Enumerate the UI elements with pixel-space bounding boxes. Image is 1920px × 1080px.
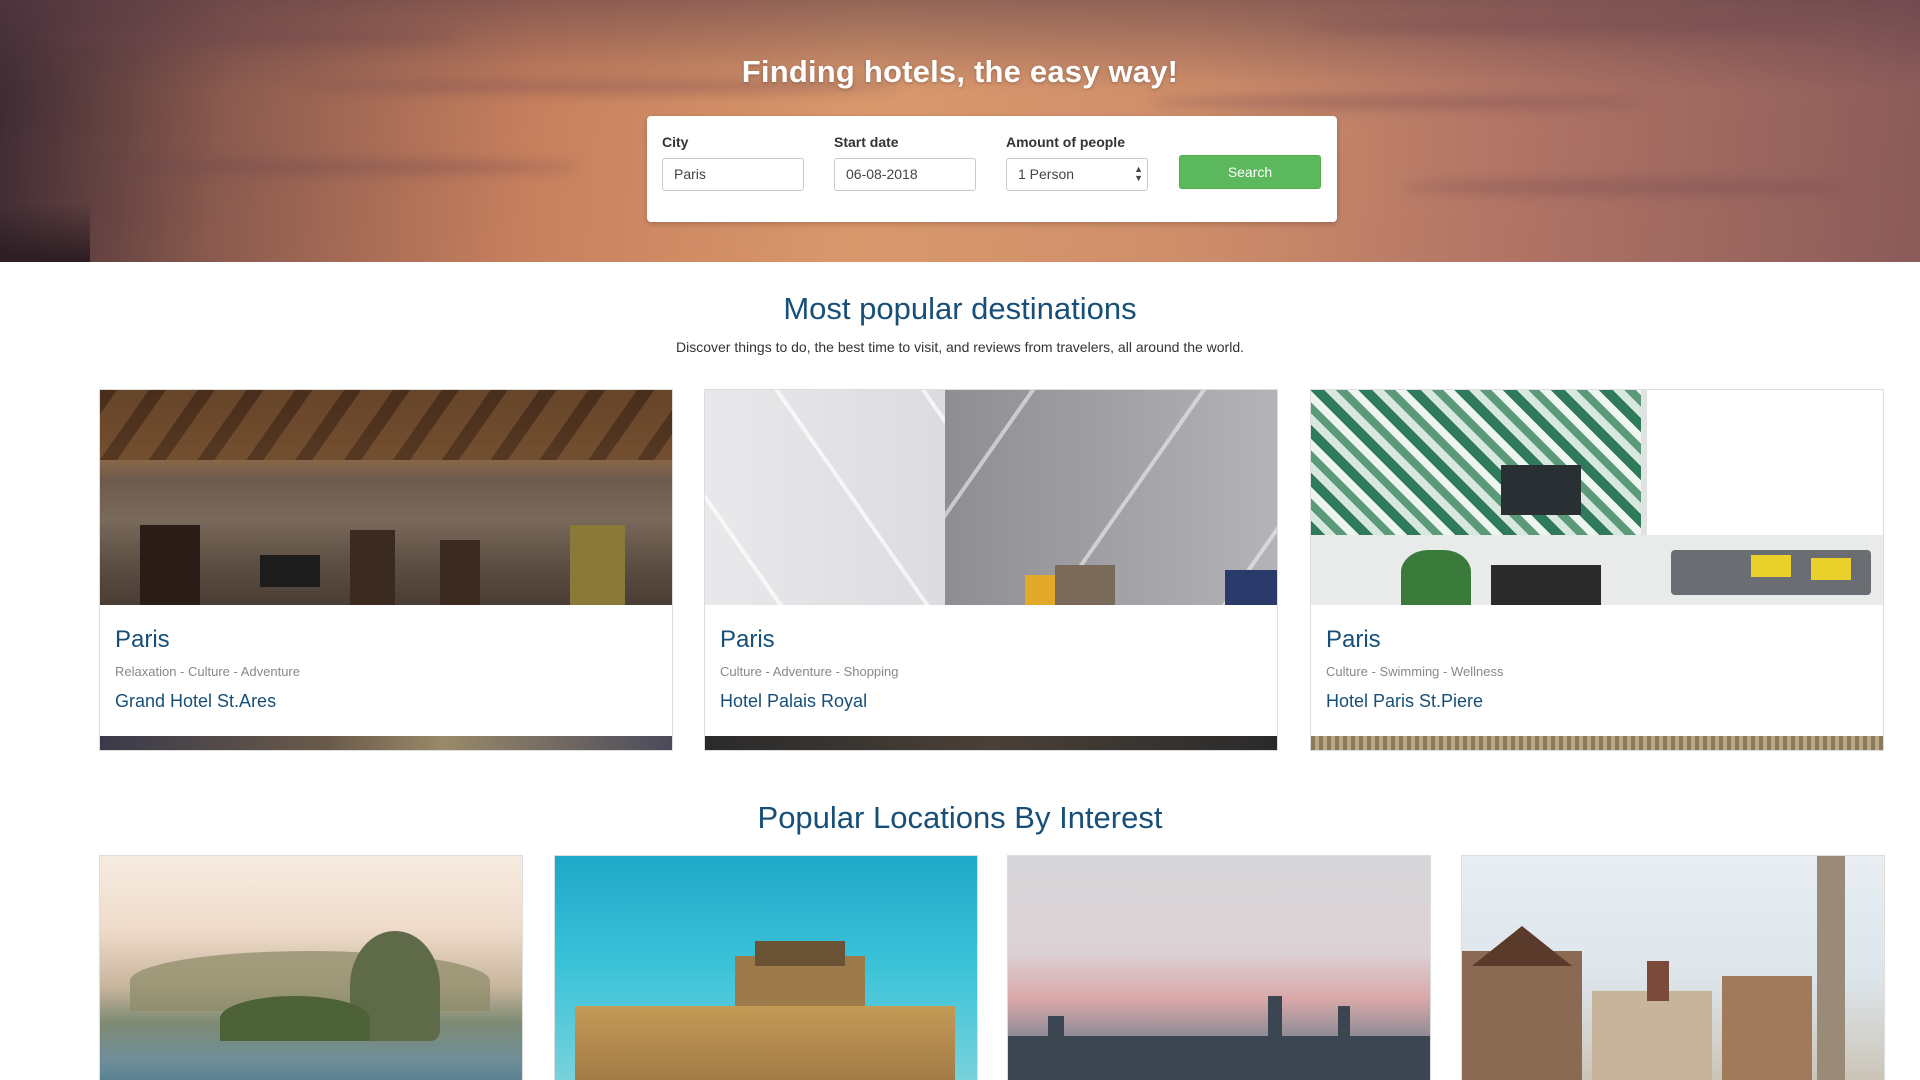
hotel-card[interactable]: Paris Culture - Swimming - Wellness Hote… <box>1310 389 1884 751</box>
start-date-label: Start date <box>834 134 899 150</box>
hotel-card[interactable]: Paris Relaxation - Culture - Adventure G… <box>99 389 673 751</box>
hotel-city: Paris <box>720 626 775 653</box>
hotel-image-strip <box>1311 736 1883 750</box>
hero-landscape <box>0 202 90 262</box>
hotel-image-rustic-room <box>100 390 672 605</box>
people-field: Amount of people 1 Person ▲ ▼ <box>1006 134 1148 191</box>
city-field: City Paris <box>662 134 804 191</box>
people-select-value: 1 Person <box>1018 166 1075 182</box>
start-date-field: Start date 06-08-2018 <box>834 134 976 191</box>
location-image-coastal-mountains <box>100 856 522 1080</box>
popular-destinations-subtitle: Discover things to do, the best time to … <box>675 339 1245 355</box>
hotel-name[interactable]: Hotel Paris St.Piere <box>1326 691 1483 712</box>
hotel-city: Paris <box>115 626 170 653</box>
location-image-monument <box>555 856 977 1080</box>
location-card[interactable] <box>99 855 523 1080</box>
hotel-tags: Culture - Swimming - Wellness <box>1326 664 1504 679</box>
hotel-tags: Culture - Adventure - Shopping <box>720 664 899 679</box>
hotel-tags: Relaxation - Culture - Adventure <box>115 664 300 679</box>
hotel-image-strip <box>100 736 672 750</box>
people-select[interactable]: 1 Person ▲ ▼ <box>1006 158 1148 191</box>
hero-banner: Finding hotels, the easy way! City Paris… <box>0 0 1920 262</box>
hotel-name[interactable]: Hotel Palais Royal <box>720 691 867 712</box>
location-card[interactable] <box>554 855 978 1080</box>
locations-by-interest-title: Popular Locations By Interest <box>757 800 1163 835</box>
search-form: City Paris Start date 06-08-2018 Amount … <box>647 116 1337 222</box>
location-card[interactable] <box>1461 855 1885 1080</box>
hero-title: Finding hotels, the easy way! <box>741 54 1179 89</box>
select-arrows-icon: ▲ ▼ <box>1134 164 1143 183</box>
hotel-image-modern-room <box>705 390 1277 605</box>
hotel-card[interactable]: Paris Culture - Adventure - Shopping Hot… <box>704 389 1278 751</box>
people-label: Amount of people <box>1006 134 1125 150</box>
city-input[interactable]: Paris <box>662 158 804 191</box>
city-label: City <box>662 134 689 150</box>
location-card[interactable] <box>1007 855 1431 1080</box>
hotel-image-tropical-room <box>1311 390 1883 605</box>
hotel-image-strip <box>705 736 1277 750</box>
location-image-old-town <box>1462 856 1884 1080</box>
location-image-city-skyline <box>1008 856 1430 1080</box>
start-date-input[interactable]: 06-08-2018 <box>834 158 976 191</box>
popular-destinations-title: Most popular destinations <box>783 291 1137 326</box>
hotel-name[interactable]: Grand Hotel St.Ares <box>115 691 276 712</box>
search-button[interactable]: Search <box>1179 155 1321 189</box>
hotel-city: Paris <box>1326 626 1381 653</box>
